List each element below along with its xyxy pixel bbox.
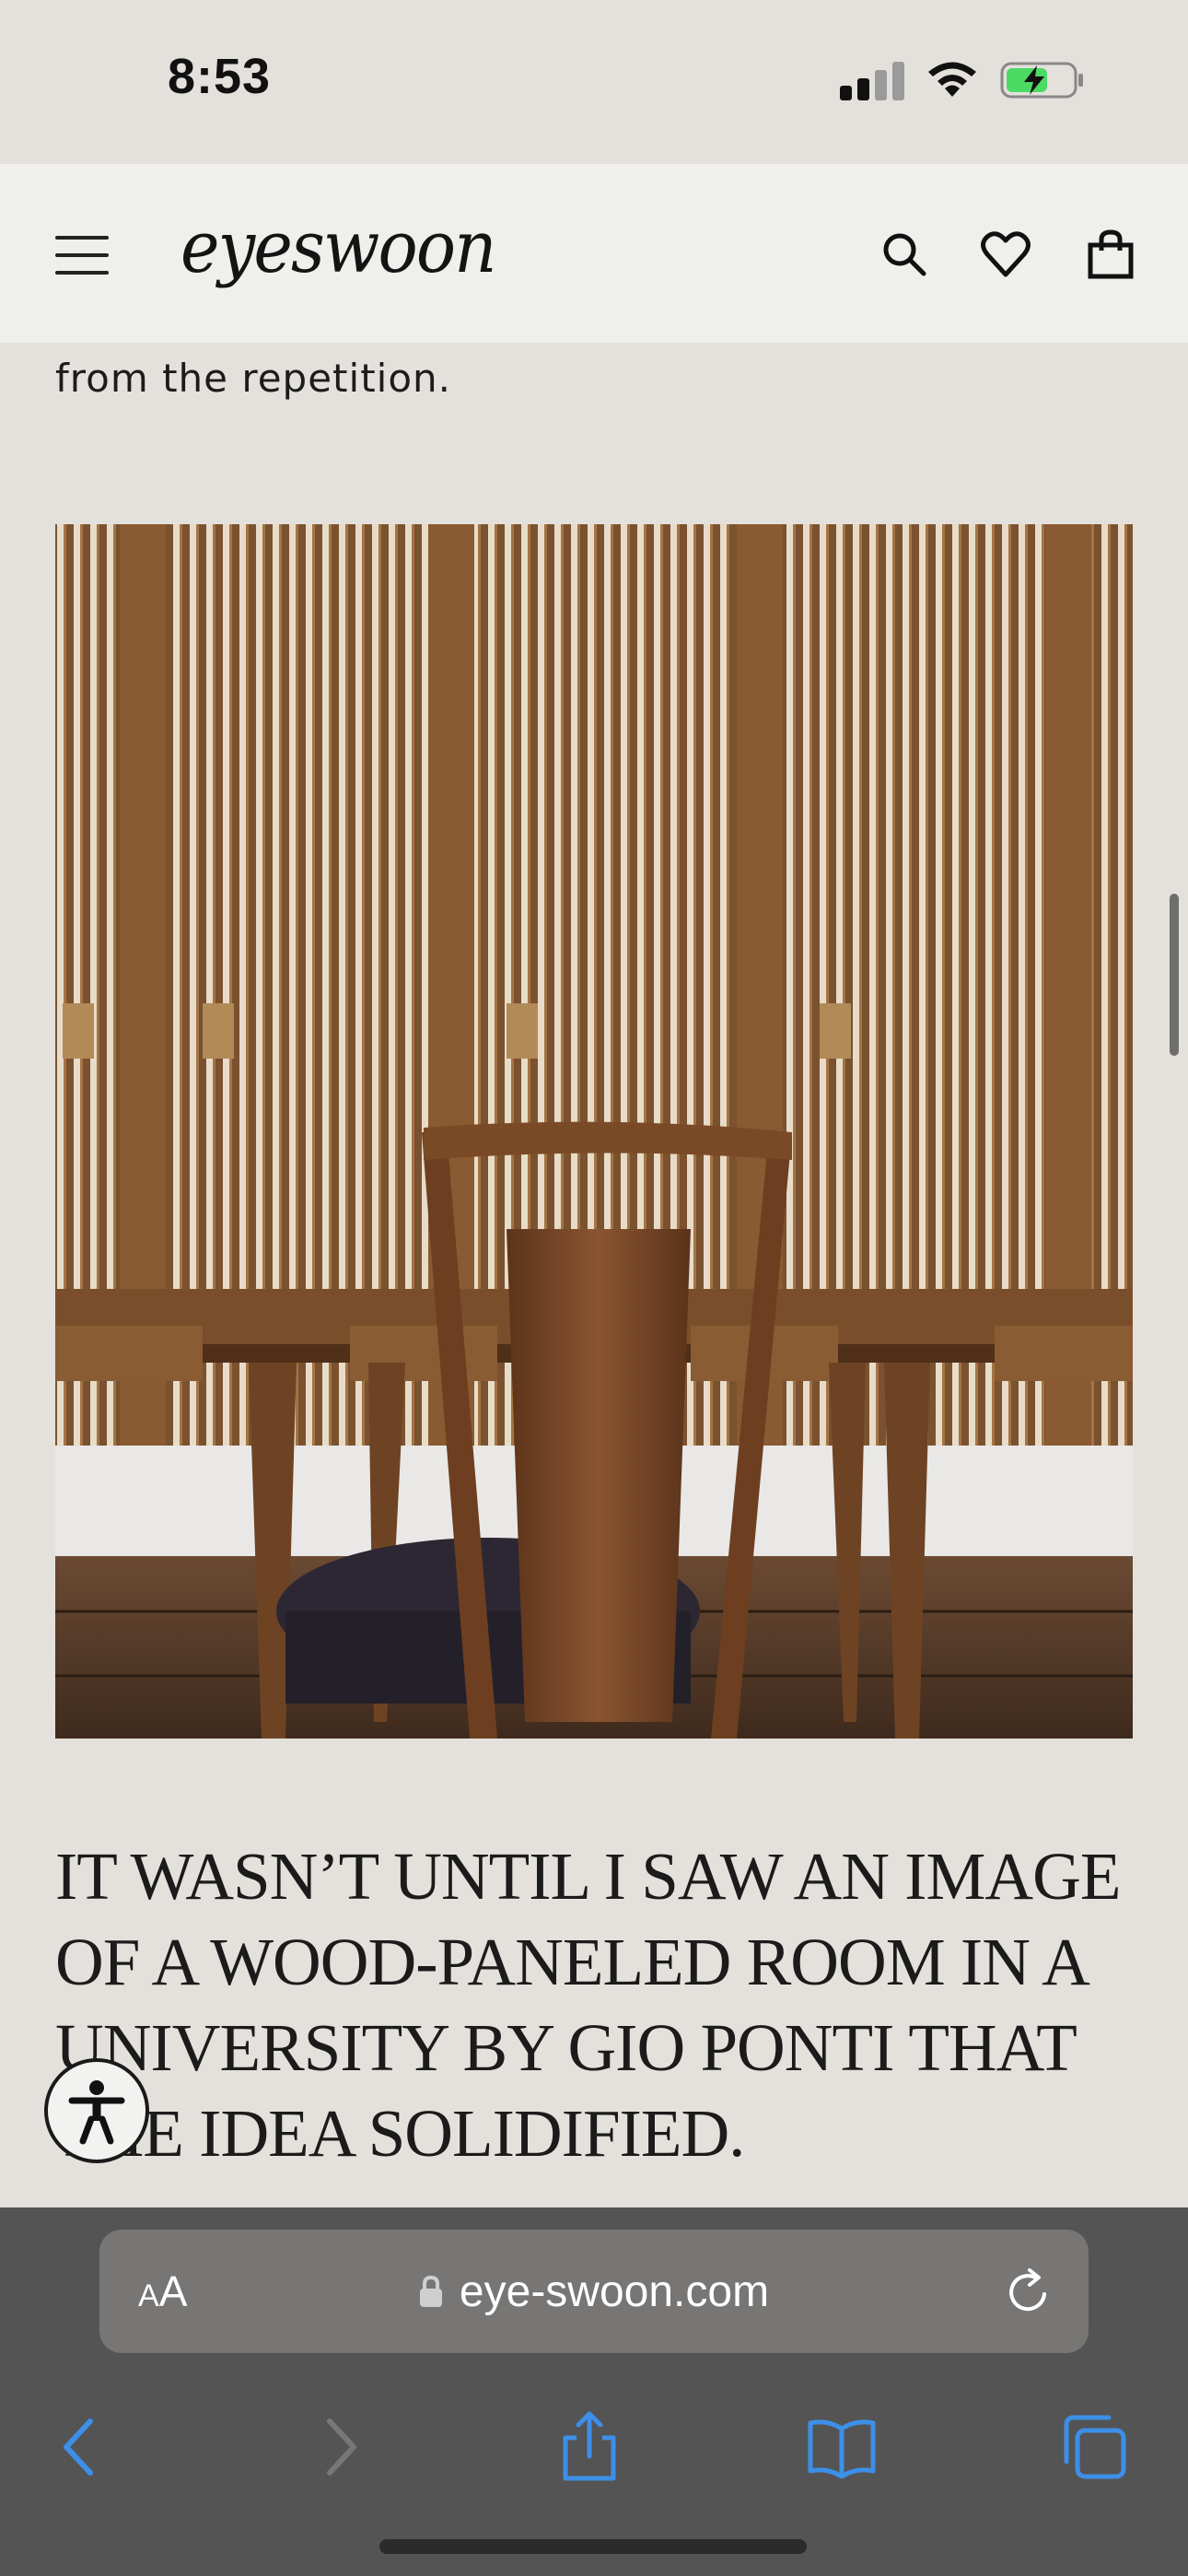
back-icon[interactable]: [44, 2410, 118, 2484]
bookmarks-icon[interactable]: [805, 2410, 879, 2484]
article-content: from the repetition. IT WASN’T UNTIL I S…: [0, 343, 1188, 2207]
cellular-signal-icon: [840, 60, 904, 100]
forward-icon[interactable]: [302, 2410, 376, 2484]
battery-charging-icon: [1000, 62, 1083, 99]
status-time: 8:53: [168, 49, 272, 104]
home-indicator: [379, 2539, 807, 2554]
scrollbar[interactable]: [1170, 894, 1179, 1056]
status-bar: 8:53: [0, 0, 1188, 164]
accessibility-icon: [68, 2080, 125, 2145]
share-icon[interactable]: [553, 2410, 626, 2484]
search-icon[interactable]: [879, 228, 930, 280]
paragraph-text: from the repetition.: [55, 356, 451, 401]
wifi-icon: [928, 62, 976, 97]
url-display[interactable]: eye-swoon.com: [99, 2230, 1089, 2353]
reload-icon[interactable]: [1004, 2266, 1054, 2316]
site-header: eyeswoon: [0, 164, 1188, 343]
address-bar[interactable]: AA eye-swoon.com: [99, 2230, 1089, 2353]
accessibility-button[interactable]: [44, 2058, 149, 2163]
wood-room-illustration: [55, 524, 1133, 1739]
status-icons: [840, 57, 1085, 103]
screen: 8:53 eyeswoon from the repetition. IT WA…: [0, 0, 1188, 2576]
site-logo[interactable]: eyeswoon: [181, 206, 496, 289]
shopping-bag-icon[interactable]: [1085, 228, 1136, 280]
lock-icon: [419, 2275, 442, 2307]
tabs-icon[interactable]: [1057, 2410, 1131, 2484]
menu-icon[interactable]: [55, 232, 109, 278]
article-heading: IT WASN’T UNTIL I SAW AN IMAGE OF A WOOD…: [55, 1839, 1121, 2171]
url-text: eye-swoon.com: [459, 2266, 770, 2316]
feature-image: [55, 524, 1133, 1739]
browser-toolbar: AA eye-swoon.com: [0, 2207, 1188, 2576]
heart-icon[interactable]: [980, 228, 1031, 280]
